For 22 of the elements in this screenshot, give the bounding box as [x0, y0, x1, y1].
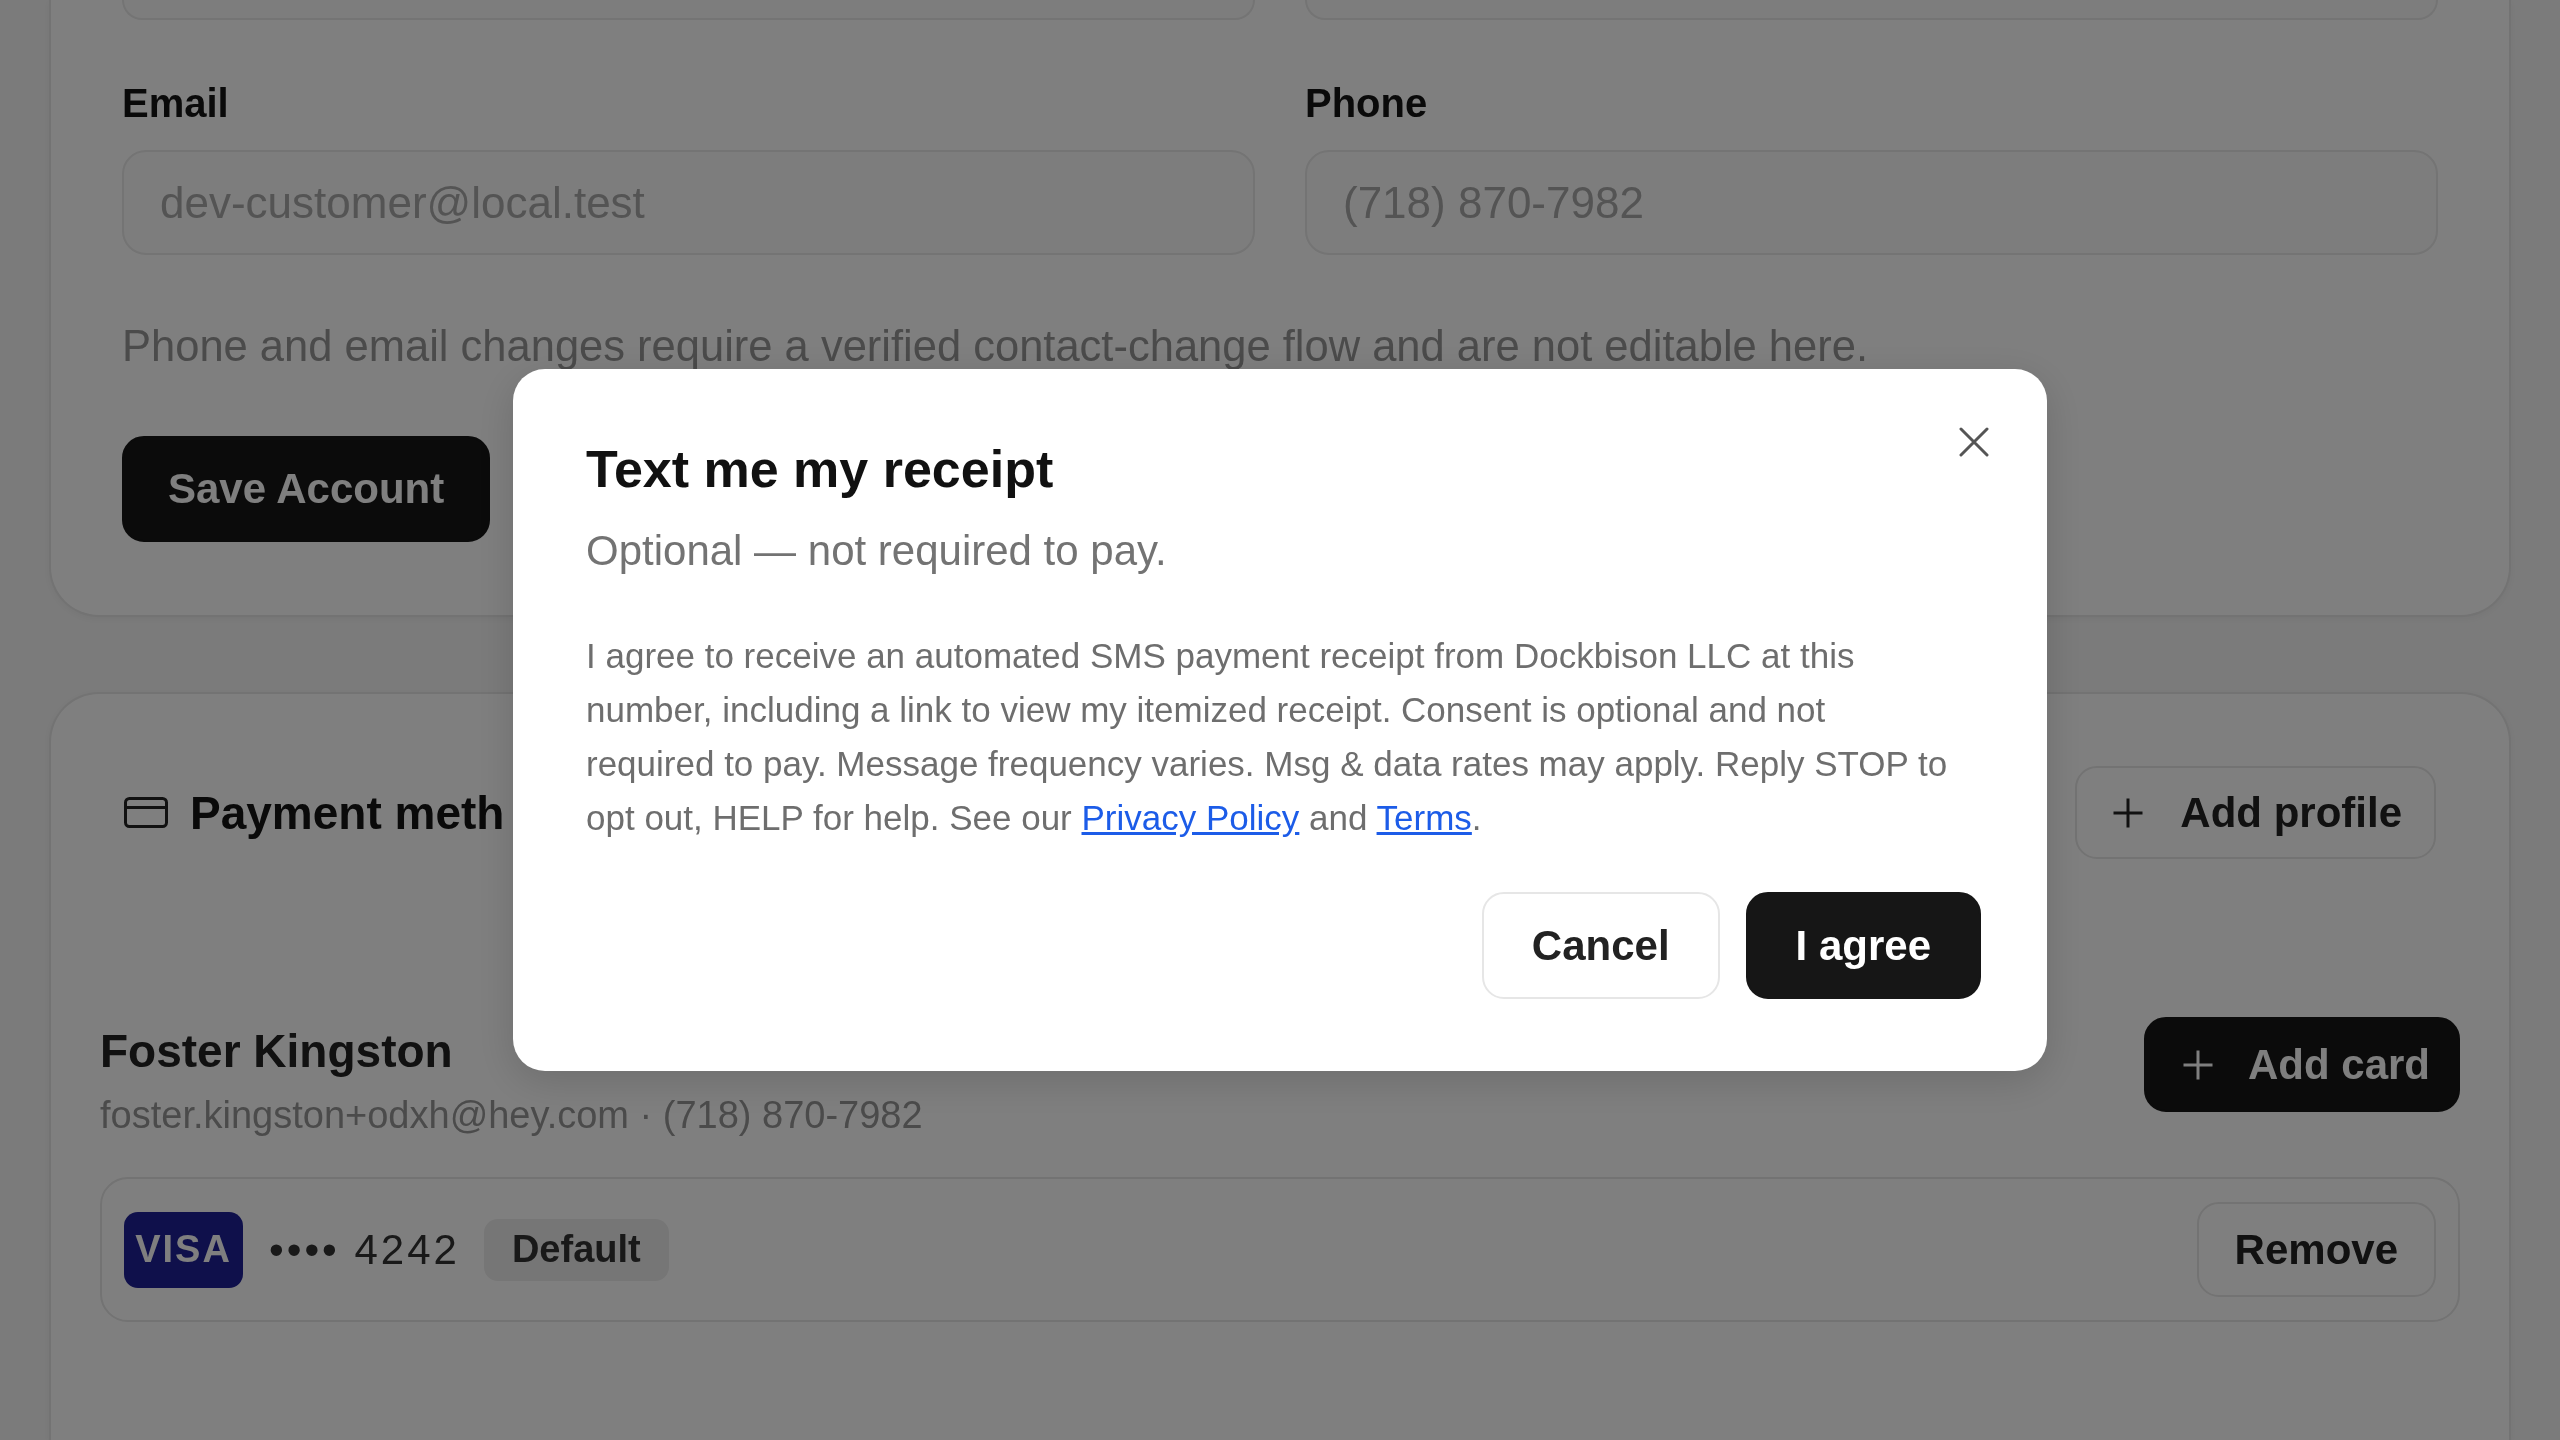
credit-card-icon [124, 797, 168, 828]
field-label: Email [122, 80, 229, 127]
add-card-button[interactable]: Add card [2143, 1017, 2460, 1112]
inline-link[interactable]: Privacy Policy [1081, 798, 1300, 837]
dialog-title: Text me my receipt [586, 442, 1055, 496]
save-account-button[interactable]: Save Account [122, 436, 491, 542]
consent-text: I agree to receive an automated SMS payment receipt from Dockbison LLC at this number, including a link to view my itemized receipt. Consent is optional and not required to pay. Message frequency varies. Msg & data rates may apply. Reply STOP to opt out, HELP for help. See our Privacy Policy and Terms. [586, 635, 1949, 839]
profile-name: Foster Kingston [100, 1024, 453, 1079]
plus-icon [2181, 1048, 2214, 1081]
remove-button[interactable]: Remove [2196, 1202, 2436, 1297]
default-tag: Default [483, 1218, 669, 1281]
section-title: Payment meth [190, 785, 505, 841]
card-number: •••• 4242 [269, 1225, 460, 1274]
field-label: Phone [1305, 80, 1428, 127]
add-profile-button[interactable]: Add profile [2075, 766, 2436, 859]
inline-link[interactable]: Terms [1376, 798, 1472, 837]
close-icon [1959, 427, 1989, 457]
cancel-button[interactable]: Cancel [1481, 892, 1720, 999]
dialog-subtitle: Optional — not required to pay. [586, 526, 1168, 576]
agree-button[interactable]: I agree [1745, 892, 1981, 999]
card-brand-logo: VISA [124, 1211, 243, 1288]
plus-icon [2112, 796, 2145, 829]
